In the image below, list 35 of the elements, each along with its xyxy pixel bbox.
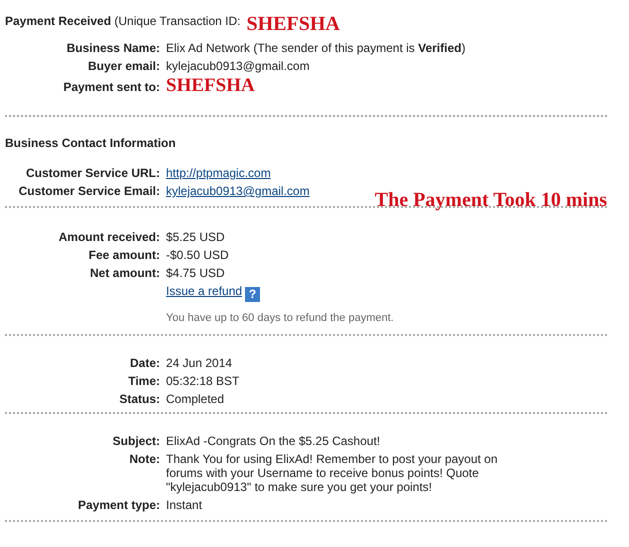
field-value: $5.25 USD	[166, 230, 226, 244]
field-label: Status:	[118, 392, 160, 406]
field-label: Net amount:	[89, 266, 160, 280]
field-value: 24 Jun 2014	[166, 356, 234, 370]
field-value: Completed	[166, 392, 226, 406]
field-value: $4.75 USD	[166, 266, 226, 280]
link[interactable]: http://ptpmagic.com	[166, 166, 271, 180]
field-label: Customer Service URL:	[24, 166, 160, 180]
field-label: Payment sent to:	[62, 80, 160, 94]
field-label: Payment type:	[76, 498, 160, 512]
annotation-text: SHEFSHA	[246, 13, 340, 36]
field-label: Amount received:	[58, 230, 160, 244]
field-value: kylejacub0913@gmail.com	[166, 59, 311, 73]
section-heading: Business Contact Information	[5, 136, 177, 150]
field-label: Subject:	[112, 434, 160, 448]
hint-text: You have up to 60 days to refund the payment.	[166, 311, 395, 324]
field-value: Thank You for using ElixAd! Remember to post your payout on forums with your Username to receive bonus points! Quote "kylejacub0913" to make sure you get your points!	[166, 452, 499, 494]
field-value: Elix Ad Network (The sender of this payment is Verified)	[166, 41, 466, 55]
annotation-text: SHEFSHA	[166, 77, 256, 95]
field-label: Customer Service Email:	[18, 184, 160, 198]
field-value: Instant	[166, 498, 204, 512]
field-value: ElixAd -Congrats On the $5.25 Cashout!	[166, 434, 382, 448]
field-label: Buyer email:	[86, 59, 160, 73]
field-label: Business Name:	[66, 41, 160, 55]
field-label: Time:	[127, 374, 160, 388]
refund-link[interactable]: Issue a refund	[166, 284, 242, 298]
annotation-text: The Payment Took 10 mins	[374, 189, 607, 212]
field-value: -$0.50 USD	[166, 248, 230, 262]
page-title: Payment Received (Unique Transaction ID:	[5, 14, 240, 28]
field-label: Note:	[128, 452, 160, 466]
link[interactable]: kylejacub0913@gmail.com	[166, 184, 310, 198]
field-label: Fee amount:	[88, 248, 160, 262]
field-label: Date:	[128, 356, 160, 370]
field-value: 05:32:18 BST	[166, 374, 240, 388]
help-icon[interactable]: ?	[245, 287, 260, 302]
